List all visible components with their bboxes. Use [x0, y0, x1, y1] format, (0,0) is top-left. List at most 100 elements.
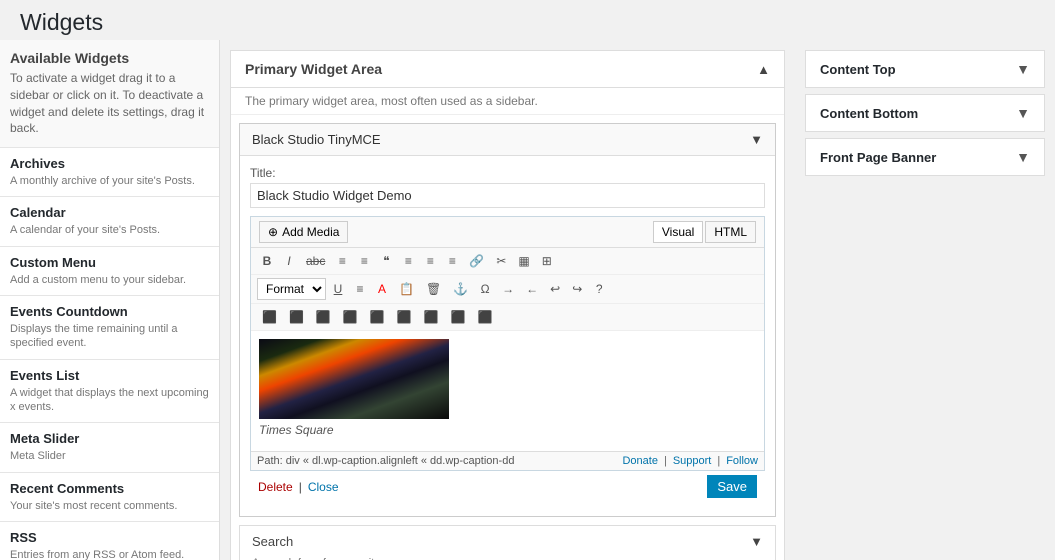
paste-text-btn[interactable]: 📋: [394, 279, 419, 299]
right-widget-header-content-top[interactable]: Content Top ▼: [806, 51, 1044, 87]
primary-widget-area-title: Primary Widget Area: [245, 61, 382, 77]
title-label: Title:: [250, 166, 765, 180]
justify-btn[interactable]: ≡: [350, 279, 370, 299]
visual-tab[interactable]: Visual: [653, 221, 703, 243]
available-widgets-title: Available Widgets: [0, 50, 219, 70]
widget-item-events-countdown[interactable]: Events Countdown Displays the time remai…: [0, 295, 219, 359]
right-widget-area-content-bottom: Content Bottom ▼: [805, 94, 1045, 132]
unlink-btn[interactable]: ✂: [491, 251, 511, 271]
blockquote-btn[interactable]: ❝: [376, 251, 396, 271]
search-widget-header[interactable]: Search ▼: [240, 526, 775, 557]
widget-item-title: Archives: [10, 156, 209, 171]
merge-cell-btn[interactable]: ⬛: [473, 307, 498, 327]
format-select[interactable]: Format: [257, 278, 326, 300]
right-widget-title-front-page-banner: Front Page Banner: [820, 150, 936, 165]
insert-more-btn[interactable]: ▦: [513, 251, 534, 271]
add-media-icon: ⊕: [268, 225, 278, 239]
help-btn[interactable]: ?: [589, 279, 609, 299]
widget-item-desc: A calendar of your site's Posts.: [10, 223, 209, 237]
right-widget-title-content-bottom: Content Bottom: [820, 106, 918, 121]
widget-item-title: Recent Comments: [10, 481, 209, 496]
toolbar-row-3: ⬛ ⬛ ⬛ ⬛ ⬛ ⬛ ⬛ ⬛ ⬛: [251, 304, 764, 331]
html-tab[interactable]: HTML: [705, 221, 756, 243]
ordered-list-btn[interactable]: ≡: [354, 251, 374, 271]
widget-actions: Delete | Close Save: [250, 471, 765, 506]
table-btn[interactable]: ⬛: [257, 307, 282, 327]
page-title: Widgets: [0, 0, 1055, 40]
support-link[interactable]: Support: [673, 455, 712, 467]
widget-item-desc: Meta Slider: [10, 449, 209, 463]
undo-btn[interactable]: ↩: [545, 279, 565, 299]
anchor-btn[interactable]: ⚓: [448, 279, 473, 299]
primary-widget-area: Primary Widget Area ▲ The primary widget…: [230, 50, 785, 560]
align-right-btn[interactable]: ≡: [442, 251, 462, 271]
widget-item-title: RSS: [10, 530, 209, 545]
right-widget-chevron: ▼: [1016, 61, 1030, 77]
toolbar-row-2: Format U ≡ A 📋 🗑 ⚓ Ω → ←: [251, 275, 764, 304]
tinymce-top-bar: ⊕ Add Media Visual HTML: [251, 217, 764, 248]
toolbar-row-1: B I abc ≡ ≡ ❝ ≡ ≡ ≡ 🔗 ✂: [251, 248, 764, 275]
widget-item-desc: A monthly archive of your site's Posts.: [10, 174, 209, 188]
widget-item-title: Calendar: [10, 205, 209, 220]
widget-item-recent-comments[interactable]: Recent Comments Your site's most recent …: [0, 472, 219, 521]
primary-widget-area-header[interactable]: Primary Widget Area ▲: [231, 51, 784, 88]
outdent-btn[interactable]: ←: [521, 279, 543, 299]
widget-item-title: Meta Slider: [10, 431, 209, 446]
remove-format-btn[interactable]: 🗑: [421, 279, 446, 299]
split-cell-btn[interactable]: ⬛: [446, 307, 471, 327]
close-link[interactable]: Close: [308, 480, 339, 494]
del-row-btn[interactable]: ⬛: [338, 307, 363, 327]
image-caption: Times Square: [259, 423, 449, 437]
primary-widget-chevron: ▲: [757, 62, 770, 77]
black-studio-widget-header[interactable]: Black Studio TinyMCE ▼: [240, 124, 775, 156]
donate-link[interactable]: Donate: [622, 455, 657, 467]
del-col-btn[interactable]: ⬛: [419, 307, 444, 327]
widget-item-title: Events Countdown: [10, 304, 209, 319]
special-char-btn[interactable]: Ω: [475, 279, 495, 299]
search-widget: Search ▼ A search form for your site.: [239, 525, 776, 560]
widget-item-custom-menu[interactable]: Custom Menu Add a custom menu to your si…: [0, 246, 219, 295]
visual-html-tabs: Visual HTML: [653, 221, 756, 243]
col-before-btn[interactable]: ⬛: [365, 307, 390, 327]
widget-item-archives[interactable]: Archives A monthly archive of your site'…: [0, 147, 219, 196]
widget-item-calendar[interactable]: Calendar A calendar of your site's Posts…: [0, 196, 219, 245]
donate-links: Donate | Support | Follow: [622, 455, 758, 467]
strikethrough-btn[interactable]: abc: [301, 251, 330, 271]
underline-btn[interactable]: U: [328, 279, 348, 299]
title-input[interactable]: [250, 183, 765, 208]
tinymce-content-area[interactable]: Times Square: [251, 331, 764, 451]
align-left-btn[interactable]: ≡: [398, 251, 418, 271]
right-widget-chevron: ▼: [1016, 105, 1030, 121]
title-row: Title:: [250, 166, 765, 208]
widget-item-rss[interactable]: RSS Entries from any RSS or Atom feed.: [0, 521, 219, 560]
widget-item-title: Custom Menu: [10, 255, 209, 270]
link-btn[interactable]: 🔗: [464, 251, 489, 271]
row-before-btn[interactable]: ⬛: [284, 307, 309, 327]
bold-btn[interactable]: B: [257, 251, 277, 271]
align-center-btn[interactable]: ≡: [420, 251, 440, 271]
center-content: Primary Widget Area ▲ The primary widget…: [220, 40, 795, 560]
toolbar-toggle-btn[interactable]: ⊞: [537, 251, 557, 271]
primary-widget-area-desc: The primary widget area, most often used…: [231, 88, 784, 115]
right-widget-area-content-top: Content Top ▼: [805, 50, 1045, 88]
follow-link[interactable]: Follow: [726, 455, 758, 467]
delete-link[interactable]: Delete: [258, 480, 293, 494]
redo-btn[interactable]: ↪: [567, 279, 587, 299]
row-after-btn[interactable]: ⬛: [311, 307, 336, 327]
black-studio-widget-chevron: ▼: [750, 132, 763, 147]
text-color-btn[interactable]: A: [372, 279, 392, 299]
action-links: Delete | Close: [258, 480, 339, 494]
widget-item-meta-slider[interactable]: Meta Slider Meta Slider: [0, 422, 219, 471]
col-after-btn[interactable]: ⬛: [392, 307, 417, 327]
widget-item-desc: Displays the time remaining until a spec…: [10, 322, 209, 351]
save-button[interactable]: Save: [707, 475, 757, 498]
italic-btn[interactable]: I: [279, 251, 299, 271]
unordered-list-btn[interactable]: ≡: [332, 251, 352, 271]
right-widget-header-front-page-banner[interactable]: Front Page Banner ▼: [806, 139, 1044, 175]
indent-btn[interactable]: →: [497, 279, 519, 299]
add-media-button[interactable]: ⊕ Add Media: [259, 221, 348, 243]
black-studio-widget-title: Black Studio TinyMCE: [252, 132, 381, 147]
widget-item-events-list[interactable]: Events List A widget that displays the n…: [0, 359, 219, 423]
right-widget-header-content-bottom[interactable]: Content Bottom ▼: [806, 95, 1044, 131]
right-widget-title-content-top: Content Top: [820, 62, 896, 77]
